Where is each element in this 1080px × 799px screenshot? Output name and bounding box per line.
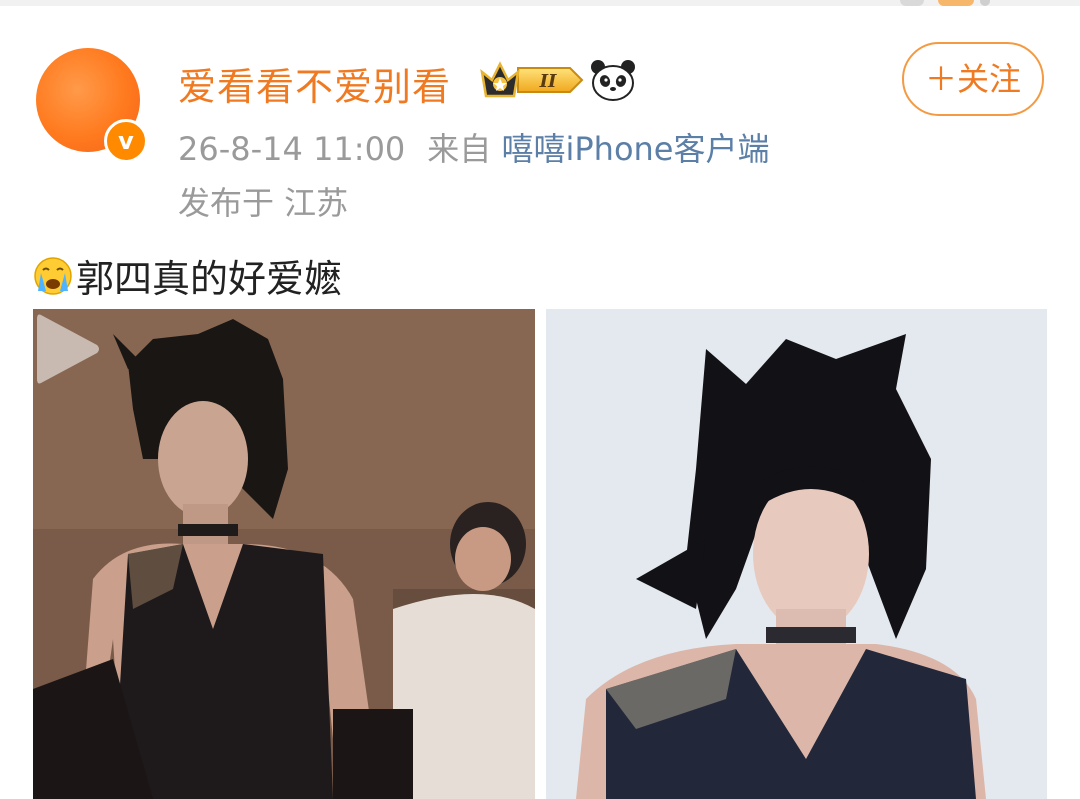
panda-icon: [591, 60, 635, 101]
crown-badge-icon[interactable]: II: [478, 58, 584, 102]
top-strip-icons: [900, 0, 990, 6]
status-strip: [0, 0, 1080, 6]
follow-button[interactable]: ＋关注: [902, 42, 1044, 116]
video-thumbnail-art: [33, 309, 535, 799]
member-level: II: [539, 71, 557, 92]
verified-badge: v: [104, 119, 148, 163]
post-text-row: 郭四真的好爱嬷: [32, 248, 342, 303]
post-time: 26-8-14 11:00: [178, 130, 406, 168]
post-image-art: [546, 309, 1047, 799]
video-thumbnail[interactable]: [33, 309, 535, 799]
crying-face-icon: [34, 256, 72, 295]
play-icon[interactable]: [33, 309, 103, 389]
post-location: 发布于 江苏: [178, 184, 349, 222]
post-text: 郭四真的好爱嬷: [76, 257, 343, 301]
source-prefix: 来自: [427, 130, 492, 168]
source-link[interactable]: 嘻嘻iPhone客户端: [501, 130, 769, 168]
post-meta: 26-8-14 11:00 来自 嘻嘻iPhone客户端: [178, 124, 770, 170]
post-image[interactable]: [546, 309, 1047, 799]
author-name[interactable]: 爱看看不爱别看: [178, 56, 451, 111]
